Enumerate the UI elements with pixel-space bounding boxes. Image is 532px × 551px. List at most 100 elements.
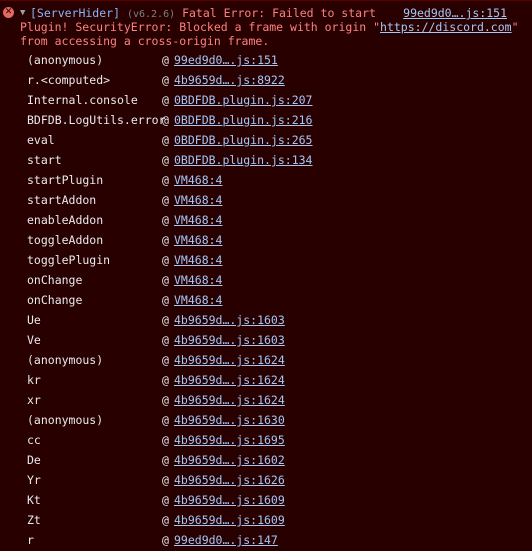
error-x-icon: ✕	[3, 7, 14, 18]
stack-frame-source-link[interactable]: VM468:4	[174, 170, 222, 190]
error-message-line-3: from accessing a cross-origin frame.	[20, 34, 270, 48]
stack-frame-source-link[interactable]: VM468:4	[174, 190, 222, 210]
stack-frame-at: @	[162, 53, 169, 67]
stack-frame-at: @	[162, 213, 169, 227]
stack-frame-at: @	[162, 473, 169, 487]
stack-frame: Zt @4b9659d….js:1609	[0, 510, 532, 530]
stack-frame-function: Zt	[27, 513, 41, 527]
stack-frame-source-link[interactable]: 4b9659d….js:1624	[174, 390, 285, 410]
stack-frame-at: @	[162, 153, 169, 167]
stack-frame-at: @	[162, 493, 169, 507]
stack-frame-source-link[interactable]: 0BDFDB.plugin.js:265	[174, 130, 312, 150]
stack-frame-at: @	[162, 453, 169, 467]
stack-frame: togglePlugin @ VM468:4	[0, 250, 532, 270]
stack-frame: (anonymous) @99ed9d0….js:151	[0, 50, 532, 70]
stack-frame-source-link[interactable]: 99ed9d0….js:151	[174, 50, 278, 70]
stack-frame-at: @	[162, 433, 169, 447]
plugin-tag: [ServerHider]	[30, 6, 121, 20]
stack-frame-at: @	[162, 373, 169, 387]
stack-frame-function: Yr	[27, 473, 41, 487]
stack-frame-function: r.<computed>	[27, 73, 111, 87]
stack-frame-function: Internal.console	[27, 93, 138, 107]
stack-frame-source-link[interactable]: VM468:4	[174, 250, 222, 270]
stack-frame-source-link[interactable]: 0BDFDB.plugin.js:207	[174, 90, 312, 110]
stack-frame-at: @	[162, 93, 169, 107]
stack-frame-function: (anonymous)	[27, 413, 104, 427]
plugin-version: (v6.2.6)	[126, 9, 176, 20]
stack-frame-at: @	[162, 233, 169, 247]
console-error-entry: ✕ ▼ [ServerHider] (v6.2.6) Fatal Error: …	[0, 0, 532, 551]
stack-frame-function: r	[27, 533, 34, 547]
stack-frame-source-link[interactable]: 4b9659d….js:1603	[174, 330, 285, 350]
stack-frame-function: (anonymous)	[27, 53, 104, 67]
stack-frame-source-link[interactable]: 4b9659d….js:1603	[174, 310, 285, 330]
stack-frame-source-link[interactable]: 4b9659d….js:1609	[174, 490, 285, 510]
stack-frame: Ve @4b9659d….js:1603	[0, 330, 532, 350]
stack-frame-source-link[interactable]: 0BDFDB.plugin.js:134	[174, 150, 312, 170]
stack-frame-function: startPlugin	[27, 173, 104, 187]
stack-frame-source-link[interactable]: 4b9659d….js:1630	[174, 410, 285, 430]
stack-frame-source-link[interactable]: 4b9659d….js:1624	[174, 370, 285, 390]
stack-frame-source-link[interactable]: 4b9659d….js:1602	[174, 450, 285, 470]
stack-frame: Ue @4b9659d….js:1603	[0, 310, 532, 330]
stack-frame: startPlugin @ VM468:4	[0, 170, 532, 190]
stack-frame: toggleAddon @ VM468:4	[0, 230, 532, 250]
stack-frame: Yr @4b9659d….js:1626	[0, 470, 532, 490]
stack-frame-function: enableAddon	[27, 213, 104, 227]
stack-frame-source-link[interactable]: VM468:4	[174, 210, 222, 230]
stack-frame-source-link[interactable]: VM468:4	[174, 270, 222, 290]
stack-frame-source-link[interactable]: 4b9659d….js:8922	[174, 70, 285, 90]
origin-url-link[interactable]: https://discord.com	[380, 20, 512, 34]
stack-frame: xr @4b9659d….js:1624	[0, 390, 532, 410]
stack-frame-function: onChange	[27, 273, 83, 287]
stack-frame-at: @	[162, 313, 169, 327]
stack-frame-at: @	[162, 333, 169, 347]
stack-frame-source-link[interactable]: 4b9659d….js:1624	[174, 350, 285, 370]
stack-frame: Kt @4b9659d….js:1609	[0, 490, 532, 510]
stack-frame: BDFDB.LogUtils.error @0BDFDB.plugin.js:21…	[0, 110, 532, 130]
stack-frame: De @4b9659d….js:1602	[0, 450, 532, 470]
error-source-link[interactable]: 99ed9d0….js:151	[403, 6, 507, 20]
stack-frame-function: Ve	[27, 333, 41, 347]
stack-frame: enableAddon @ VM468:4	[0, 210, 532, 230]
stack-frame-function: startAddon	[27, 193, 97, 207]
stack-frame: r @99ed9d0….js:147	[0, 530, 532, 550]
stack-frame-source-link[interactable]: 99ed9d0….js:147	[174, 530, 278, 550]
stack-frame: Internal.console @0BDFDB.plugin.js:207	[0, 90, 532, 110]
stack-frame-function: kr	[27, 373, 41, 387]
stack-frame: onChange @ VM468:4	[0, 290, 532, 310]
stack-frame-at: @	[162, 273, 169, 287]
stack-frame-function: toggleAddon	[27, 233, 104, 247]
stack-frame-at: @	[162, 353, 169, 367]
stack-frame: start @0BDFDB.plugin.js:134	[0, 150, 532, 170]
stack-frame-at: @	[162, 113, 169, 127]
stack-frame-at: @	[162, 253, 169, 267]
error-message-quote: "	[511, 20, 519, 34]
stack-frame-function: De	[27, 453, 41, 467]
stack-frame-source-link[interactable]: 4b9659d….js:1609	[174, 510, 285, 530]
stack-frame-at: @	[162, 73, 169, 87]
error-title: Fatal Error: Failed to start	[182, 6, 376, 20]
stack-frame-source-link[interactable]: 4b9659d….js:1695	[174, 430, 285, 450]
stack-frame-at: @	[162, 293, 169, 307]
stack-frame: (anonymous) @4b9659d….js:1630	[0, 410, 532, 430]
stack-frame-function: togglePlugin	[27, 253, 111, 267]
error-message-text: Plugin! SecurityError: Blocked a frame w…	[20, 20, 381, 34]
stack-frame-function: onChange	[27, 293, 83, 307]
stack-frame: onChange @ VM468:4	[0, 270, 532, 290]
stack-frame-source-link[interactable]: 0BDFDB.plugin.js:216	[174, 110, 312, 130]
stack-frame-function: cc	[27, 433, 41, 447]
stack-frame-at: @	[162, 413, 169, 427]
stack-frame-at: @	[162, 513, 169, 527]
stack-trace: (anonymous) @99ed9d0….js:151 r.<computed> @…	[0, 50, 532, 550]
collapse-arrow-icon[interactable]: ▼	[20, 6, 25, 20]
stack-frame-source-link[interactable]: VM468:4	[174, 230, 222, 250]
stack-frame-at: @	[162, 133, 169, 147]
stack-frame-source-link[interactable]: VM468:4	[174, 290, 222, 310]
stack-frame-source-link[interactable]: 4b9659d….js:1626	[174, 470, 285, 490]
stack-frame-function: start	[27, 153, 62, 167]
stack-frame: r.<computed> @4b9659d….js:8922	[0, 70, 532, 90]
stack-frame-function: BDFDB.LogUtils.error	[27, 113, 166, 127]
stack-frame-function: xr	[27, 393, 41, 407]
stack-frame-at: @	[162, 533, 169, 547]
